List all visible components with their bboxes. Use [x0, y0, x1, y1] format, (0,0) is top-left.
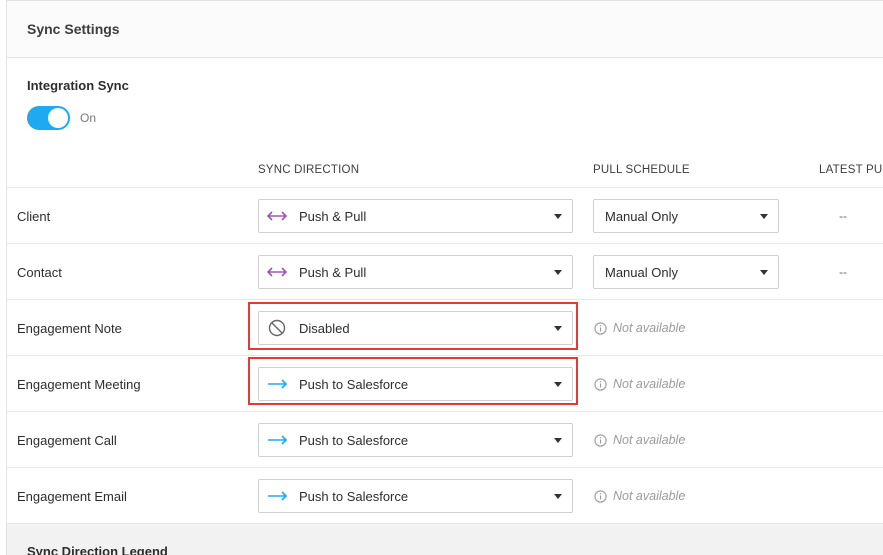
chevron-down-icon — [760, 213, 768, 219]
row-label: Engagement Call — [17, 432, 117, 448]
latest-pull-value: -- — [839, 209, 847, 223]
pull-schedule-status: Not available — [594, 468, 685, 524]
toggle-knob — [48, 108, 68, 128]
push-arrow-icon — [265, 432, 289, 448]
highlight-box-engagement-meeting — [248, 357, 578, 405]
sync-direction-value: Push to Salesforce — [299, 488, 409, 504]
info-icon — [594, 321, 607, 335]
integration-sync-label: Integration Sync — [27, 78, 129, 93]
row-label: Engagement Note — [17, 320, 122, 336]
not-available-text: Not available — [613, 377, 686, 391]
table-row: Client Push & Pull Manual Only -- — [7, 187, 883, 243]
sync-settings-panel: Sync Settings Integration Sync On SYNC D… — [6, 0, 883, 555]
info-icon — [594, 489, 607, 503]
chevron-down-icon — [554, 493, 562, 499]
pull-schedule-status: Not available — [594, 356, 685, 412]
sync-direction-value: Push & Pull — [299, 208, 367, 224]
table-row: Contact Push & Pull Manual Only -- — [7, 243, 883, 299]
col-header-latest-pull: LATEST PU — [819, 164, 883, 176]
push-arrow-icon — [265, 488, 289, 504]
latest-pull-value: -- — [839, 265, 847, 279]
chevron-down-icon — [554, 269, 562, 275]
push-pull-icon — [265, 264, 289, 280]
not-available-text: Not available — [613, 433, 686, 447]
sync-direction-value: Push & Pull — [299, 264, 367, 280]
legend-title: Sync Direction Legend — [27, 544, 168, 555]
pull-schedule-value: Manual Only — [605, 208, 678, 224]
panel-header: Sync Settings — [7, 1, 883, 58]
toggle-row: On — [27, 106, 129, 130]
row-label: Client — [17, 208, 51, 224]
integration-sync-toggle[interactable] — [27, 106, 70, 130]
col-header-sync-direction: SYNC DIRECTION — [258, 164, 360, 176]
row-label: Engagement Email — [17, 488, 127, 504]
toggle-state-label: On — [80, 111, 97, 125]
not-available-text: Not available — [613, 321, 686, 335]
info-icon — [594, 377, 607, 391]
chevron-down-icon — [554, 213, 562, 219]
integration-sync-section: Integration Sync On — [27, 78, 129, 130]
sync-direction-value: Push to Salesforce — [299, 432, 409, 448]
push-pull-icon — [265, 208, 289, 224]
sync-direction-select[interactable]: Push to Salesforce — [258, 423, 573, 457]
row-label: Contact — [17, 264, 62, 280]
chevron-down-icon — [554, 437, 562, 443]
highlight-box-engagement-note — [248, 302, 578, 350]
pull-schedule-status: Not available — [594, 412, 685, 468]
sync-direction-select[interactable]: Push & Pull — [258, 255, 573, 289]
col-header-pull-schedule: PULL SCHEDULE — [593, 164, 690, 176]
pull-schedule-status: Not available — [594, 300, 685, 356]
pull-schedule-select[interactable]: Manual Only — [593, 255, 779, 289]
chevron-down-icon — [760, 269, 768, 275]
not-available-text: Not available — [613, 489, 686, 503]
pull-schedule-value: Manual Only — [605, 264, 678, 280]
sync-direction-select[interactable]: Push to Salesforce — [258, 479, 573, 513]
panel-title: Sync Settings — [27, 21, 120, 37]
sync-direction-select[interactable]: Push & Pull — [258, 199, 573, 233]
table-row: Engagement Email Push to Salesforce Not … — [7, 467, 883, 523]
pull-schedule-select[interactable]: Manual Only — [593, 199, 779, 233]
table-row: Engagement Call Push to Salesforce Not a… — [7, 411, 883, 467]
info-icon — [594, 433, 607, 447]
sync-direction-legend: Sync Direction Legend — [7, 523, 883, 555]
row-label: Engagement Meeting — [17, 376, 141, 392]
